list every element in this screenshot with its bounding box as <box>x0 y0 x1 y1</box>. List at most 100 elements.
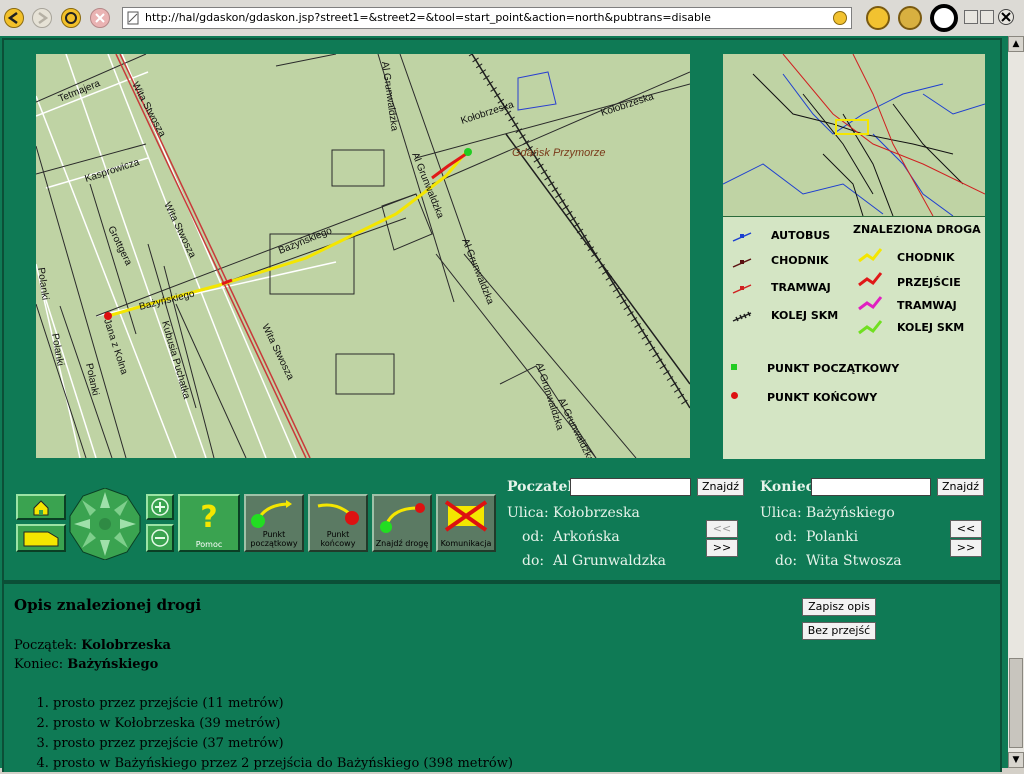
start-do-label: do: <box>522 553 545 569</box>
legend-kolej-skm: KOLEJ SKM <box>771 309 839 322</box>
start-find-button[interactable]: Znajdź <box>697 478 745 496</box>
start-prev-button[interactable]: << <box>706 520 738 538</box>
maximize-icon[interactable] <box>980 10 994 24</box>
end-label: Koniec <box>760 479 815 495</box>
no-crossings-button[interactable]: Bez przejść <box>802 622 876 640</box>
route-step: prosto przez przejście (37 metrów) <box>53 734 513 754</box>
route-start-label: Początek: <box>14 638 78 653</box>
end-street-input[interactable] <box>811 478 931 496</box>
start-street-input[interactable] <box>570 478 691 496</box>
start-od-value: Arkońska <box>553 529 620 545</box>
zoom-out-button[interactable] <box>146 524 174 552</box>
legend-chodnik: CHODNIK <box>771 254 829 267</box>
scroll-thumb[interactable] <box>1009 658 1023 748</box>
scroll-down-icon[interactable]: ▼ <box>1008 752 1024 768</box>
route-step: prosto w Kołobrzeska (39 metrów) <box>53 714 513 734</box>
end-od-label: od: <box>775 529 798 545</box>
end-point-icon <box>317 503 359 525</box>
scroll-up-icon[interactable]: ▲ <box>1008 36 1024 52</box>
route-end-label: Koniec: <box>14 657 64 672</box>
search-icon[interactable] <box>866 6 890 30</box>
city-map[interactable]: Tetmajera Wita Stwosza Al Grunwaldzka Kołob… <box>36 54 690 458</box>
start-ulica-value: Kołobrzeska <box>553 505 640 521</box>
route-end: Koniec: Bażyńskiego <box>14 657 158 672</box>
full-view-button[interactable] <box>16 524 66 552</box>
start-label: Poczatek <box>507 479 578 495</box>
reload-icon[interactable] <box>61 8 81 28</box>
forward-icon[interactable] <box>32 8 52 28</box>
route-step: prosto w Bażyńskiego przez 2 przejścia d… <box>53 754 513 774</box>
legend-route-tramwaj: TRAMWAJ <box>897 299 957 312</box>
legend-end-point: PUNKT KOŃCOWY <box>767 391 878 404</box>
start-ulica-label: Ulica: <box>507 505 549 521</box>
start-point-dot <box>731 364 737 370</box>
route-steps: prosto przez przejście (11 metrów) prost… <box>14 694 513 774</box>
route-icon <box>380 503 425 533</box>
map-street-label: Gdańsk Przymorze <box>512 147 606 159</box>
end-ulica-value: Bażyńskiego <box>806 505 895 521</box>
close-icon[interactable] <box>998 9 1014 25</box>
route-start: Początek: Kolobrzeska <box>14 638 171 653</box>
route-start-value: Kolobrzeska <box>81 638 171 653</box>
end-find-button[interactable]: Znajdź <box>937 478 985 496</box>
find-route-button[interactable]: Znajdź drogę <box>372 494 432 552</box>
overview-map[interactable] <box>723 54 985 216</box>
legend-autobus: AUTOBUS <box>771 229 831 242</box>
throbber-icon <box>930 4 958 32</box>
legend-route-icons <box>858 248 883 335</box>
direction-pad[interactable] <box>68 487 142 561</box>
end-next-button[interactable]: >> <box>950 539 982 557</box>
browser-toolbar: http://hal/gdaskon/gdaskon.jsp?street1=&… <box>0 0 1024 37</box>
start-point-icon <box>251 500 292 528</box>
route-end-value: Bażyńskiego <box>67 657 159 672</box>
start-point-button[interactable]: Punkt początkowy <box>244 494 304 552</box>
go-icon[interactable] <box>833 11 847 25</box>
map-legend: ZNALEZIONA DROGA AUTOBUS CHODNIK TRAMWAJ… <box>723 216 985 459</box>
zoom-out-icon <box>151 529 169 547</box>
start-point-label-1: Punkt <box>262 530 286 539</box>
minimize-icon[interactable] <box>964 10 978 24</box>
page-icon <box>127 11 139 25</box>
home-icon <box>33 500 49 516</box>
start-point-label-2: początkowy <box>250 539 298 548</box>
zoom-in-icon <box>151 498 169 516</box>
transport-disabled-icon <box>444 500 488 532</box>
legend-left-icons <box>732 232 752 322</box>
help-label: Pomoc <box>195 540 223 549</box>
question-icon: ? <box>200 500 218 535</box>
stop-icon[interactable] <box>90 8 110 28</box>
end-point-label-2: końcowy <box>320 539 356 548</box>
legend-title: ZNALEZIONA DROGA <box>853 223 981 236</box>
end-ulica-label: Ulica: <box>760 505 802 521</box>
start-od-label: od: <box>522 529 545 545</box>
end-point-label-1: Punkt <box>326 530 350 539</box>
start-next-button[interactable]: >> <box>706 539 738 557</box>
legend-start-point: PUNKT POCZĄTKOWY <box>767 362 900 375</box>
end-point-button[interactable]: Punkt końcowy <box>308 494 368 552</box>
settings-icon[interactable] <box>898 6 922 30</box>
route-step: prosto przez przejście (11 metrów) <box>53 694 513 714</box>
zoom-in-button[interactable] <box>146 494 174 520</box>
home-button[interactable] <box>16 494 66 520</box>
end-prev-button[interactable]: << <box>950 520 982 538</box>
end-od-value: Polanki <box>806 529 859 545</box>
start-do-value: Al Grunwaldzka <box>553 553 666 569</box>
help-button[interactable]: ? Pomoc <box>178 494 240 552</box>
vertical-scrollbar[interactable]: ▲ ▼ <box>1008 36 1024 768</box>
legend-route-chodnik: CHODNIK <box>897 251 955 264</box>
end-do-value: Wita Stwosza <box>806 553 902 569</box>
back-icon[interactable] <box>4 8 24 28</box>
legend-tramwaj: TRAMWAJ <box>771 281 831 294</box>
end-do-label: do: <box>775 553 798 569</box>
transport-label: Komunikacja <box>440 539 492 548</box>
address-text: http://hal/gdaskon/gdaskon.jsp?street1=&… <box>145 11 711 24</box>
address-bar[interactable]: http://hal/gdaskon/gdaskon.jsp?street1=&… <box>122 7 852 29</box>
end-point-dot <box>731 392 738 399</box>
public-transport-button[interactable]: Komunikacja <box>436 494 496 552</box>
find-route-label: Znajdź drogę <box>375 539 429 548</box>
legend-route-kolej-skm: KOLEJ SKM <box>897 321 965 334</box>
legend-route-przejscie: PRZEJŚCIE <box>897 276 961 289</box>
description-title: Opis znalezionej drogi <box>14 596 202 614</box>
map-shape-icon <box>23 531 59 547</box>
save-description-button[interactable]: Zapisz opis <box>802 598 876 616</box>
